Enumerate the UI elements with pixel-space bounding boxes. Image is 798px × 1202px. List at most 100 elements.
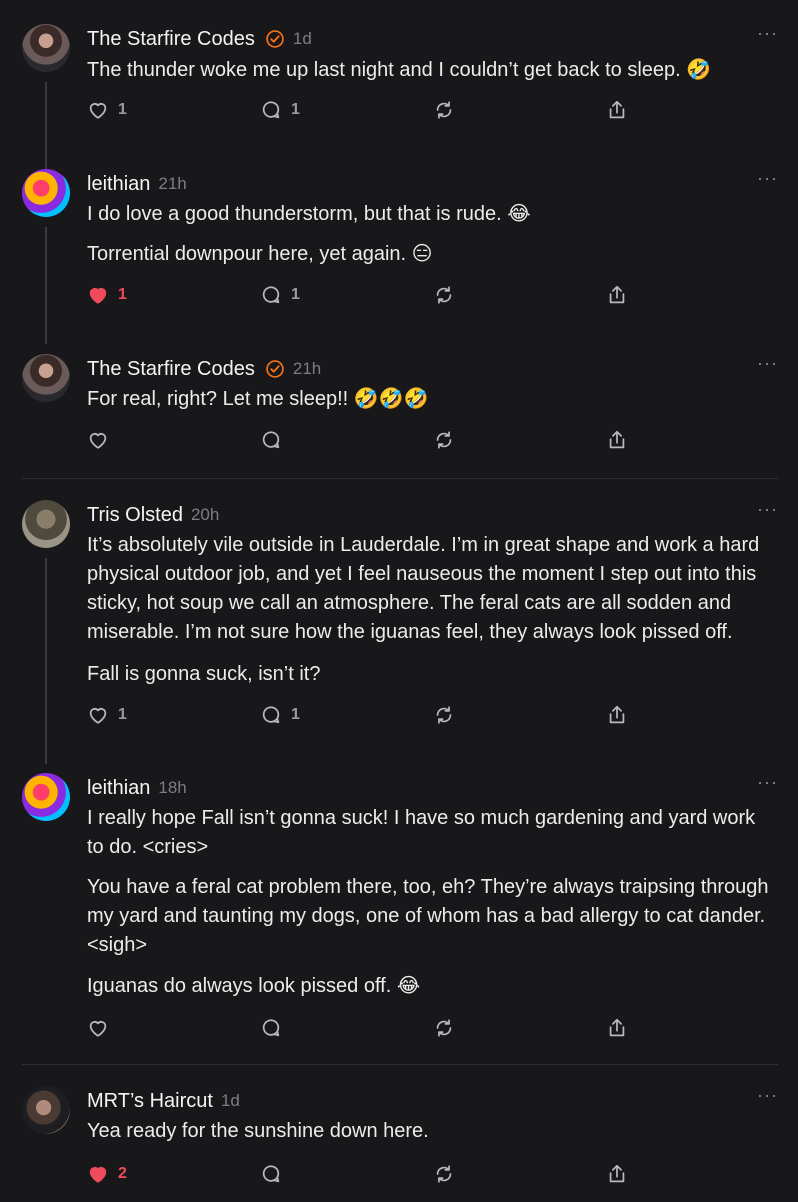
share-button[interactable] [606,283,628,307]
heart-icon [89,708,107,724]
repost-icon [436,1165,452,1183]
post-actions: 1 1 [87,703,647,727]
post-time: 21h [292,359,322,378]
like-button[interactable]: 2 [87,1162,127,1186]
author-name[interactable]: The Starfire Codes [87,358,255,381]
comment-icon [262,286,280,304]
post-text: Torrential downpour here, yet again. 😑 [87,243,433,265]
post-text: Iguanas do always look pissed off. 😂 [87,975,421,997]
avatar[interactable] [22,169,70,217]
share-button[interactable] [606,703,628,727]
share-icon [609,285,625,304]
post-actions: 1 1 [87,98,647,122]
comment-icon [262,101,280,119]
share-button[interactable] [606,1016,628,1040]
comment-icon [262,431,280,449]
reply-button[interactable]: 1 [260,703,300,727]
repost-icon [436,286,452,304]
reply-button[interactable] [260,428,282,452]
avatar[interactable] [22,500,70,548]
share-icon [609,430,625,449]
like-button[interactable]: 1 [87,283,127,307]
thread-divider [22,478,778,479]
author-name[interactable]: leithian [87,777,150,800]
comment-icon [262,1165,280,1183]
heart-icon [89,103,107,119]
repost-icon [436,101,452,119]
share-icon [609,705,625,724]
post-text: Fall is gonna suck, isn’t it? [87,663,321,685]
repost-button[interactable] [433,98,455,122]
more-icon[interactable]: ··· [757,773,778,791]
thread-connector [45,558,47,764]
avatar[interactable] [22,773,70,821]
post-actions [87,1016,647,1040]
author-name[interactable]: The Starfire Codes [87,28,255,51]
more-icon[interactable]: ··· [757,354,778,372]
share-icon [609,100,625,119]
post-actions: 2 [87,1162,647,1186]
reply-count: 1 [291,286,300,303]
heart-icon [89,1021,107,1037]
like-button[interactable]: 1 [87,98,127,122]
post-text: It’s absolutely vile outside in Lauderda… [87,534,760,643]
repost-button[interactable] [433,1162,455,1186]
like-count: 1 [118,706,127,723]
more-icon[interactable]: ··· [757,500,778,518]
avatar[interactable] [22,24,70,72]
post-text: I do love a good thunderstorm, but that … [87,203,531,225]
like-count: 1 [118,101,127,118]
repost-button[interactable] [433,703,455,727]
like-button[interactable]: 1 [87,703,127,727]
thread-connector [45,82,47,169]
post-time: 1d [292,29,312,48]
share-button[interactable] [606,98,628,122]
thread-divider [22,1064,778,1065]
share-icon [609,1018,625,1037]
share-button[interactable] [606,1162,628,1186]
post-text: The thunder woke me up last night and I … [87,59,712,81]
reply-count: 1 [291,101,300,118]
verified-badge-icon [265,29,285,49]
repost-icon [436,431,452,449]
avatar[interactable] [22,1086,70,1134]
reply-button[interactable] [260,1016,282,1040]
more-icon[interactable]: ··· [757,24,778,42]
reply-button[interactable] [260,1162,282,1186]
post-actions: 1 1 [87,283,647,307]
heart-icon [89,288,107,304]
comment-icon [262,706,280,724]
reply-count: 1 [291,706,300,723]
like-count: 2 [118,1165,127,1182]
heart-icon [89,1167,107,1183]
repost-icon [436,1019,452,1037]
author-name[interactable]: leithian [87,173,150,196]
post-time: 21h [158,174,187,193]
like-button[interactable] [87,428,109,452]
author-name[interactable]: Tris Olsted [87,504,183,527]
post-time: 20h [190,505,220,524]
post-time: 1d [220,1091,240,1110]
repost-button[interactable] [433,1016,455,1040]
post-time: 18h [158,778,187,797]
avatar[interactable] [22,354,70,402]
like-button[interactable] [87,1016,109,1040]
post-actions [87,428,647,452]
verified-badge-icon [265,359,285,379]
share-button[interactable] [606,428,628,452]
reply-button[interactable]: 1 [260,283,300,307]
more-icon[interactable]: ··· [757,169,778,187]
author-name[interactable]: MRT’s Haircut [87,1090,213,1113]
repost-button[interactable] [433,283,455,307]
thread-feed: The Starfire Codes 1d ··· The thunder wo… [0,0,798,1202]
post-text: For real, right? Let me sleep!! 🤣🤣🤣 [87,388,429,410]
post-text: Yea ready for the sunshine down here. [87,1120,429,1142]
more-icon[interactable]: ··· [757,1086,778,1104]
thread-connector [45,227,47,344]
reply-button[interactable]: 1 [260,98,300,122]
repost-icon [436,706,452,724]
share-icon [609,1164,625,1183]
repost-button[interactable] [433,428,455,452]
heart-icon [89,433,107,449]
post-text: You have a feral cat problem there, too,… [87,876,769,956]
